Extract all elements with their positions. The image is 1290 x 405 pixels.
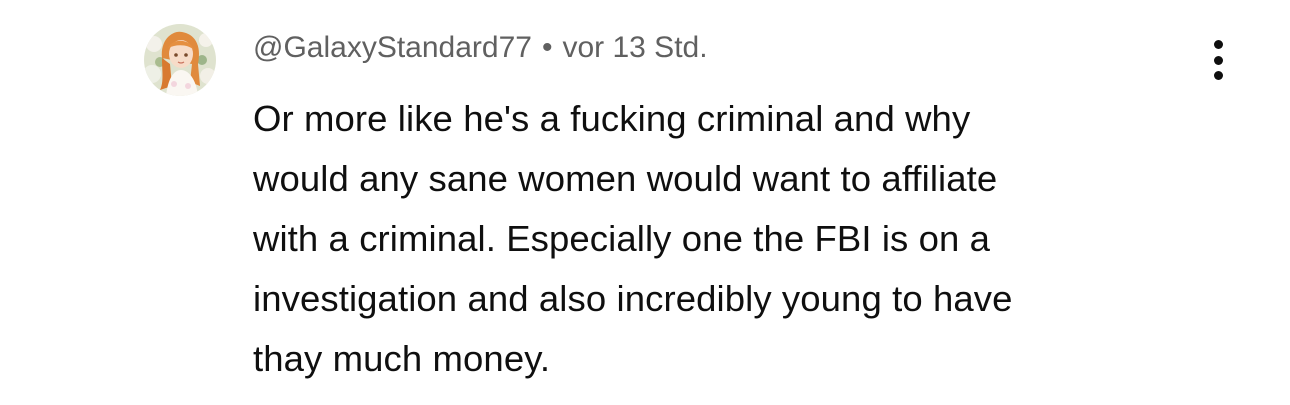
comment-timestamp[interactable]: vor 13 Std. <box>562 31 707 64</box>
more-vertical-icon <box>1213 71 1223 80</box>
more-vertical-icon <box>1213 40 1223 49</box>
comment-text: Or more like he's a fucking criminal and… <box>253 89 1183 389</box>
comment-text-line: investigation and also incredibly young … <box>253 278 1013 319</box>
comment-text-line: would any sane women would want to affil… <box>253 158 998 199</box>
comment-thread-item: @GalaxyStandard77 • vor 13 Std. Or more li… <box>0 0 1290 405</box>
avatar-image <box>144 24 216 96</box>
comment-text-line: with a criminal. Especially one the FBI … <box>253 218 991 259</box>
avatar[interactable] <box>144 24 216 96</box>
comment-text-line: Or more like he's a fucking criminal and… <box>253 98 971 139</box>
more-vertical-icon <box>1213 55 1223 65</box>
comment-text-line: thay much money. <box>253 338 551 379</box>
comment-body: @GalaxyStandard77 • vor 13 Std. Or more li… <box>253 28 1183 389</box>
author-name[interactable]: @GalaxyStandard77 <box>253 31 532 64</box>
meta-separator: • <box>541 31 553 64</box>
comment-header: @GalaxyStandard77 • vor 13 Std. <box>253 28 1183 68</box>
more-options-button[interactable] <box>1196 36 1240 84</box>
